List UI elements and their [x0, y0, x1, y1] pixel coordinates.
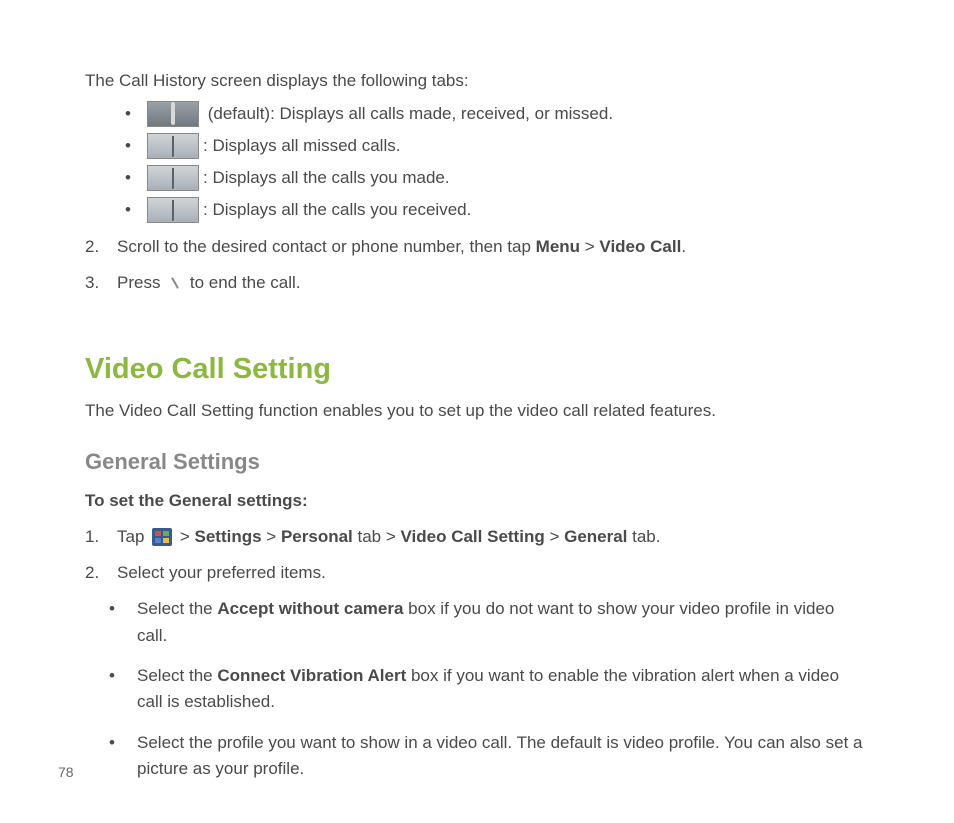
tab-desc: : Displays all the calls you received.	[203, 200, 471, 219]
subsection-heading: General Settings	[85, 445, 869, 478]
tab-item-all: • (default): Displays all calls made, re…	[125, 100, 869, 128]
text: Select the	[137, 599, 217, 618]
made-calls-icon	[147, 165, 199, 191]
section-heading: Video Call Setting	[85, 348, 869, 392]
connect-vibration-label: Connect Vibration Alert	[217, 666, 406, 685]
tab-item-made: • : Displays all the calls you made.	[125, 164, 869, 192]
general-label: General	[564, 527, 627, 546]
bullet: •	[109, 663, 115, 689]
general-step-1: 1. Tap > Settings > Personal tab > Video…	[85, 524, 869, 550]
text: tab.	[627, 527, 660, 546]
suffix: to end the call.	[185, 273, 300, 292]
text: tab >	[353, 527, 401, 546]
step-text: Press	[117, 273, 165, 292]
all-calls-icon	[147, 101, 199, 127]
step-3: 3. Press to end the call.	[85, 270, 869, 296]
tabs-list: • (default): Displays all calls made, re…	[125, 100, 869, 224]
tab-item-received: • : Displays all the calls you received.	[125, 196, 869, 224]
sep: >	[580, 237, 599, 256]
step-number: 2.	[85, 234, 99, 260]
text: Tap	[117, 527, 149, 546]
procedure-heading: To set the General settings:	[85, 488, 869, 514]
bullet: •	[125, 100, 131, 128]
bullet: •	[109, 596, 115, 622]
text: Select the	[137, 666, 217, 685]
tab-desc: : Displays all the calls you made.	[203, 168, 450, 187]
received-calls-icon	[147, 197, 199, 223]
step-number: 2.	[85, 560, 99, 586]
suffix: .	[681, 237, 686, 256]
personal-label: Personal	[281, 527, 353, 546]
video-call-label: Video Call	[599, 237, 681, 256]
step-text: Scroll to the desired contact or phone n…	[117, 237, 536, 256]
tab-item-missed: • : Displays all missed calls.	[125, 132, 869, 160]
bullet: •	[125, 164, 131, 192]
steps-list: 2. Scroll to the desired contact or phon…	[85, 234, 869, 297]
step-2: 2. Scroll to the desired contact or phon…	[85, 234, 869, 260]
tab-desc: : Displays all missed calls.	[203, 136, 400, 155]
end-call-icon	[168, 276, 182, 290]
intro-text: The Call History screen displays the fol…	[85, 68, 869, 94]
tab-desc: (default): Displays all calls made, rece…	[203, 104, 613, 123]
item-connect-vibration: • Select the Connect Vibration Alert box…	[109, 663, 869, 716]
section-description: The Video Call Setting function enables …	[85, 398, 869, 424]
video-call-setting-label: Video Call Setting	[401, 527, 545, 546]
bullet: •	[125, 132, 131, 160]
bullet: •	[125, 196, 131, 224]
item-profile: • Select the profile you want to show in…	[109, 730, 869, 783]
sep: >	[175, 527, 194, 546]
preferred-items-list: • Select the Accept without camera box i…	[109, 596, 869, 782]
step-number: 1.	[85, 524, 99, 550]
item-accept-without-camera: • Select the Accept without camera box i…	[109, 596, 869, 649]
sep: >	[262, 527, 281, 546]
text: Select the profile you want to show in a…	[137, 733, 862, 778]
page-number: 78	[58, 762, 74, 783]
step-number: 3.	[85, 270, 99, 296]
sep: >	[545, 527, 564, 546]
step-text: Select your preferred items.	[117, 563, 326, 582]
accept-without-camera-label: Accept without camera	[217, 599, 403, 618]
general-step-2: 2. Select your preferred items.	[85, 560, 869, 586]
settings-label: Settings	[195, 527, 262, 546]
menu-label: Menu	[536, 237, 580, 256]
general-steps: 1. Tap > Settings > Personal tab > Video…	[85, 524, 869, 587]
bullet: •	[109, 730, 115, 756]
missed-calls-icon	[147, 133, 199, 159]
start-icon	[152, 528, 172, 546]
